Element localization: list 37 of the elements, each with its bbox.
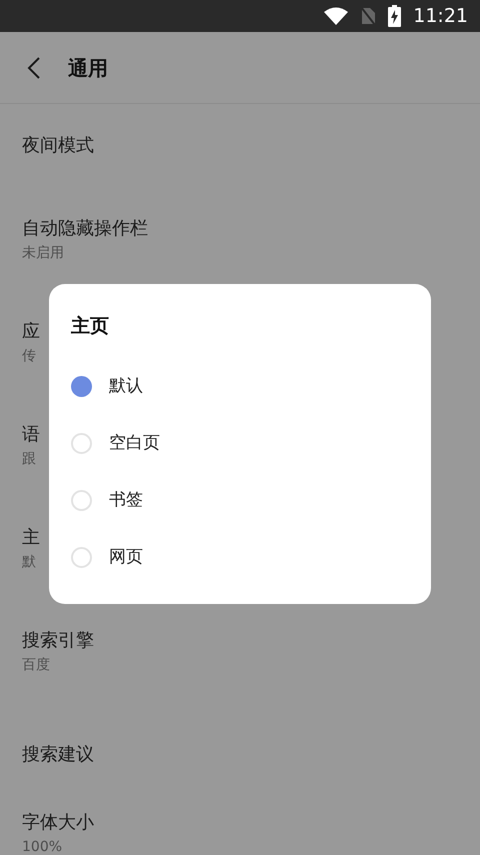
radio-option[interactable]: 默认 (49, 358, 431, 415)
settings-item-title: 自动隐藏操作栏 (22, 216, 148, 240)
radio-button[interactable] (71, 547, 92, 568)
settings-item[interactable]: 夜间模式 (0, 104, 480, 188)
radio-option[interactable]: 网页 (49, 529, 431, 586)
radio-button[interactable] (71, 433, 92, 454)
settings-item-title: 字体大小 (22, 811, 94, 835)
settings-item-title: 主 (22, 526, 40, 550)
radio-button[interactable] (71, 490, 92, 511)
settings-item[interactable]: 搜索建议 (0, 703, 480, 806)
settings-item-title: 应 (22, 320, 40, 344)
option-label: 空白页 (109, 432, 160, 455)
settings-item-value: 100% (22, 838, 62, 855)
radio-option[interactable]: 书签 (49, 472, 431, 529)
option-label: 网页 (109, 546, 143, 569)
settings-item-value: 默 (22, 552, 36, 572)
page-title: 通用 (68, 54, 108, 82)
settings-item-value: 传 (22, 346, 36, 366)
back-icon (27, 56, 41, 80)
wifi-icon (324, 7, 348, 25)
settings-item-title: 搜索引擎 (22, 628, 94, 652)
battery-charging-icon (388, 5, 402, 27)
settings-item[interactable]: 搜索引擎 百度 (0, 600, 480, 703)
settings-item-title: 夜间模式 (22, 134, 94, 158)
settings-item-title: 语 (22, 422, 40, 446)
option-label: 书签 (109, 488, 143, 512)
option-label: 默认 (109, 374, 143, 398)
settings-item-title: 搜索建议 (22, 742, 94, 766)
settings-item-value: 未启用 (22, 244, 64, 262)
settings-item[interactable]: 字体大小 100% (0, 806, 480, 855)
settings-item-value: 百度 (22, 656, 50, 674)
radio-button[interactable] (71, 376, 92, 397)
dialog-title: 主页 (71, 314, 109, 339)
settings-item-value: 跟 (22, 450, 36, 468)
radio-option[interactable]: 空白页 (49, 415, 431, 472)
no-sim-icon (360, 6, 376, 26)
status-time: 11:21 (413, 4, 468, 29)
